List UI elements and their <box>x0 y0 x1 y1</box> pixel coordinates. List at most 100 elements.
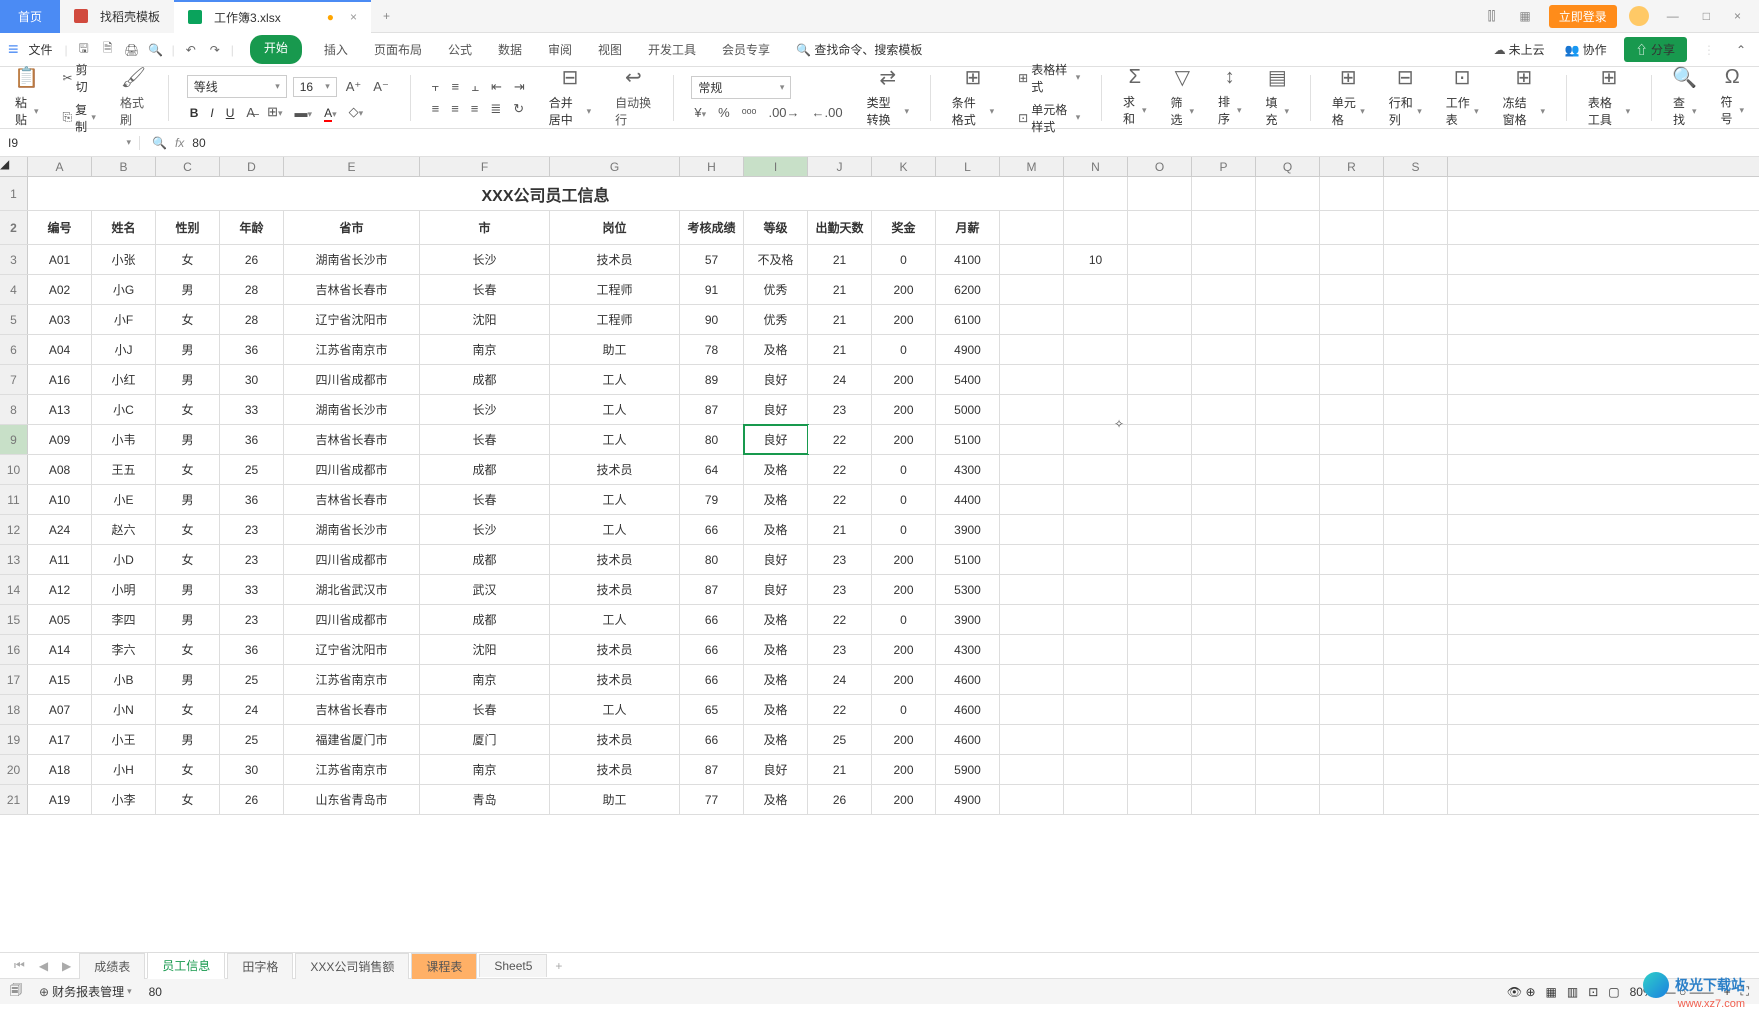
cell[interactable] <box>1000 275 1064 304</box>
border-icon[interactable]: ⊞▾ <box>264 104 285 120</box>
cell[interactable]: 女 <box>156 755 220 784</box>
col-header[interactable]: P <box>1192 157 1256 176</box>
row-header[interactable]: 3 <box>0 245 28 274</box>
cell[interactable]: 4900 <box>936 785 1000 814</box>
cell[interactable]: 工人 <box>550 515 680 544</box>
cell[interactable]: 36 <box>220 635 284 664</box>
cell[interactable] <box>1320 635 1384 664</box>
sheet-tab[interactable]: 课程表 <box>411 953 477 979</box>
cell[interactable] <box>1192 211 1256 244</box>
row-header[interactable]: 9 <box>0 425 28 454</box>
wrap-button[interactable]: 自动换行 <box>612 92 654 130</box>
indent-inc-icon[interactable]: ⇥ <box>511 79 528 95</box>
cell[interactable]: A04 <box>28 335 92 364</box>
cell[interactable]: 5100 <box>936 545 1000 574</box>
cell[interactable]: 女 <box>156 395 220 424</box>
min-icon[interactable]: — <box>1661 9 1685 23</box>
cell-style-button[interactable]: ⊡ 单元格样式▾ <box>1015 99 1083 137</box>
cell[interactable]: 小B <box>92 665 156 694</box>
cell[interactable]: 工人 <box>550 605 680 634</box>
tab-review[interactable]: 审阅 <box>544 35 576 64</box>
fill-color-icon[interactable]: ▬▾ <box>292 105 316 120</box>
tab-home[interactable]: 首页 <box>0 0 60 33</box>
cell[interactable]: 小D <box>92 545 156 574</box>
cell[interactable]: A08 <box>28 455 92 484</box>
save-icon[interactable]: 🖫 <box>74 40 94 60</box>
layout-icon[interactable]: ⫿⫿ <box>1482 9 1502 24</box>
cell[interactable]: 200 <box>872 725 936 754</box>
col-header[interactable]: B <box>92 157 156 176</box>
cell[interactable]: 4600 <box>936 725 1000 754</box>
cell[interactable] <box>1000 665 1064 694</box>
cell[interactable] <box>1384 275 1448 304</box>
cell[interactable]: 吉林省长春市 <box>284 425 420 454</box>
cell[interactable] <box>1384 211 1448 244</box>
cell[interactable]: 江苏省南京市 <box>284 335 420 364</box>
cell[interactable]: 200 <box>872 755 936 784</box>
number-format-select[interactable]: 常规▾ <box>691 76 791 99</box>
cells-button[interactable]: 单元格▾ <box>1329 92 1368 130</box>
cell[interactable]: 湖北省武汉市 <box>284 575 420 604</box>
cell[interactable]: A02 <box>28 275 92 304</box>
cell[interactable]: 沈阳 <box>420 305 550 334</box>
cell[interactable]: 77 <box>680 785 744 814</box>
cell[interactable] <box>1064 605 1128 634</box>
cell[interactable] <box>1256 575 1320 604</box>
percent-icon[interactable]: % <box>715 105 733 120</box>
cell[interactable]: 工人 <box>550 365 680 394</box>
cell[interactable]: 64 <box>680 455 744 484</box>
cell[interactable] <box>1064 305 1128 334</box>
cell[interactable]: 5000 <box>936 395 1000 424</box>
sheet-tab[interactable]: XXX公司销售额 <box>295 953 409 979</box>
cell[interactable] <box>1128 455 1192 484</box>
cell[interactable]: 长沙 <box>420 515 550 544</box>
cell[interactable] <box>1256 177 1320 210</box>
row-header[interactable]: 17 <box>0 665 28 694</box>
cell[interactable]: 及格 <box>744 455 808 484</box>
cell[interactable] <box>1320 665 1384 694</box>
cell[interactable]: 24 <box>808 365 872 394</box>
align-top-icon[interactable]: ⫟ <box>429 79 443 95</box>
cell[interactable] <box>1384 575 1448 604</box>
cell[interactable]: 及格 <box>744 725 808 754</box>
cell[interactable] <box>1064 211 1128 244</box>
cell[interactable]: 22 <box>808 485 872 514</box>
fx-icon[interactable]: fx <box>175 136 184 150</box>
cell[interactable] <box>1000 725 1064 754</box>
print-icon[interactable]: 🖨 <box>122 40 142 60</box>
cell[interactable]: 助工 <box>550 785 680 814</box>
cell[interactable] <box>1128 211 1192 244</box>
cell[interactable]: 长沙 <box>420 395 550 424</box>
cell[interactable] <box>1320 365 1384 394</box>
cell[interactable]: 湖南省长沙市 <box>284 395 420 424</box>
cell[interactable] <box>1000 395 1064 424</box>
cell[interactable] <box>1192 275 1256 304</box>
cell[interactable]: 小J <box>92 335 156 364</box>
col-header[interactable]: S <box>1384 157 1448 176</box>
cell[interactable]: 助工 <box>550 335 680 364</box>
col-header[interactable]: M <box>1000 157 1064 176</box>
cell[interactable]: 湖南省长沙市 <box>284 515 420 544</box>
cell[interactable] <box>1192 575 1256 604</box>
sheet-tab[interactable]: 田字格 <box>227 953 293 979</box>
row-header[interactable]: 2 <box>0 211 28 244</box>
cell[interactable]: A15 <box>28 665 92 694</box>
cell[interactable] <box>1320 515 1384 544</box>
cell[interactable]: 200 <box>872 545 936 574</box>
merge-icon[interactable]: ⊟ <box>562 65 579 90</box>
cell[interactable]: 李四 <box>92 605 156 634</box>
cell[interactable] <box>1064 755 1128 784</box>
cell[interactable] <box>1256 485 1320 514</box>
cell[interactable] <box>1384 785 1448 814</box>
cell[interactable]: 80 <box>680 545 744 574</box>
cell[interactable] <box>1320 211 1384 244</box>
cell[interactable] <box>1128 425 1192 454</box>
cell[interactable]: 4600 <box>936 665 1000 694</box>
convert-icon[interactable]: ⇄ <box>879 65 896 90</box>
col-header[interactable]: Q <box>1256 157 1320 176</box>
cell[interactable]: 4300 <box>936 455 1000 484</box>
col-header[interactable]: E <box>284 157 420 176</box>
align-center-icon[interactable]: ≡ <box>448 101 462 116</box>
cell[interactable]: 0 <box>872 485 936 514</box>
cell[interactable]: 四川省成都市 <box>284 455 420 484</box>
